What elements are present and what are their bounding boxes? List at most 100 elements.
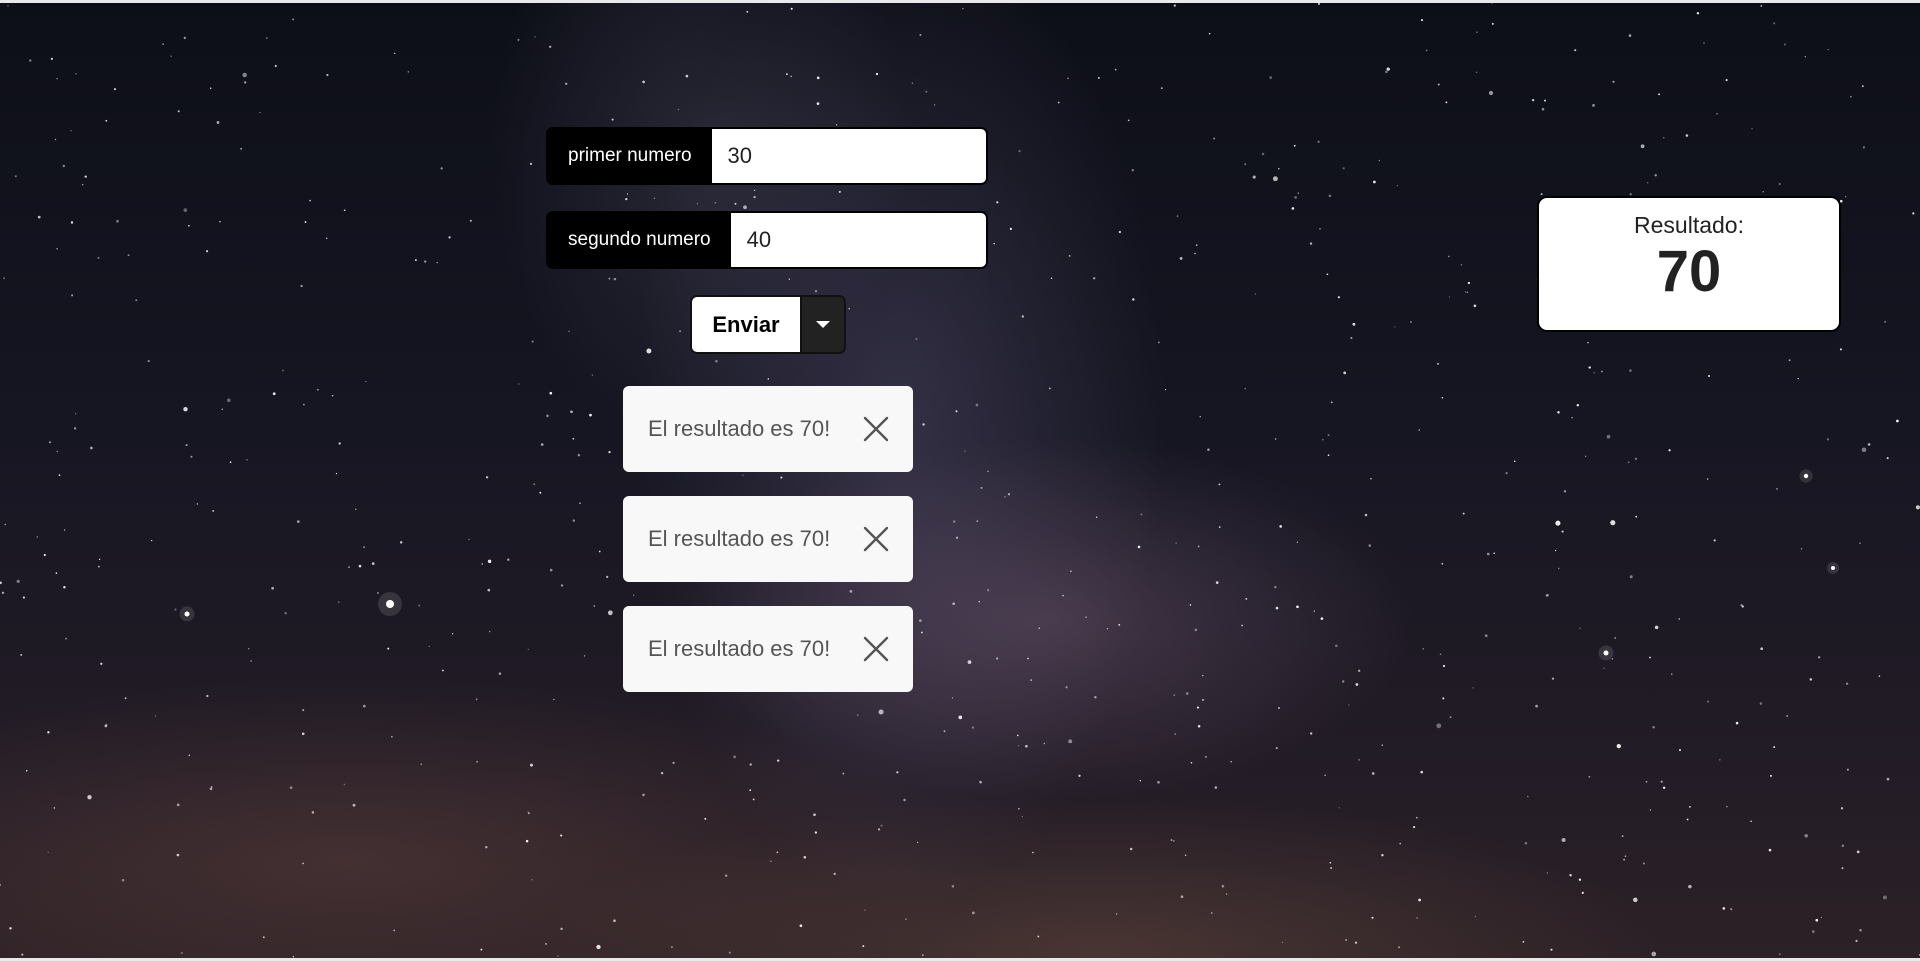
star [553,698,555,701]
star [1442,664,1446,668]
star [1886,777,1890,781]
star [1856,850,1860,854]
second-number-input[interactable] [730,213,986,267]
star [420,763,423,766]
star [1776,488,1778,490]
star [1062,594,1064,597]
star [672,761,675,765]
star [190,455,193,458]
star [363,546,365,548]
close-icon[interactable] [861,634,891,664]
star [1422,648,1424,650]
star [1337,296,1340,299]
star [1544,99,1546,102]
star [780,476,783,479]
star [391,736,393,738]
star [545,943,547,945]
star [1841,867,1844,870]
star [728,951,731,954]
star [301,732,305,736]
star [776,851,779,854]
star [1629,575,1633,579]
star [1855,939,1858,942]
star [1296,605,1299,609]
star [174,608,177,611]
star [1486,552,1490,556]
star [1878,675,1881,677]
toast-message: El resultado es 70! [648,526,831,551]
star [1018,149,1021,153]
star [753,195,756,199]
star [951,885,955,888]
star [1612,80,1615,83]
star [1719,759,1721,761]
star [1318,2,1320,5]
star [1204,755,1207,758]
star [442,669,444,672]
star [1201,698,1205,701]
star [55,572,58,574]
star [955,536,959,539]
star [303,403,305,406]
star [1160,87,1163,89]
star [1846,768,1849,771]
star [607,610,613,616]
star [75,413,77,415]
star [1778,182,1781,186]
star [803,856,807,859]
star [1442,697,1445,700]
star [1319,228,1321,230]
star [862,945,865,948]
star [1545,594,1548,597]
star [1309,242,1313,245]
star [905,918,907,921]
star [749,789,752,792]
star [1179,256,1183,260]
submit-dropdown-toggle[interactable] [800,297,844,352]
star [9,927,12,930]
star [880,824,883,827]
submit-button[interactable]: Enviar [692,297,800,352]
star [1173,840,1175,842]
star [1660,780,1663,783]
star [1783,43,1786,46]
star [185,444,188,447]
first-number-input[interactable] [711,129,986,183]
star [972,911,975,915]
star [1173,4,1177,7]
star [0,581,2,585]
star [1371,772,1375,775]
star [1722,907,1726,910]
star [418,604,421,607]
star [1398,946,1401,949]
star [121,878,125,882]
star [1513,460,1516,462]
star [151,540,153,542]
star [777,759,780,762]
star [1225,893,1228,895]
star [799,924,803,928]
star [1210,912,1213,914]
star [919,619,922,622]
star [1593,371,1595,374]
star [1896,419,1899,423]
star [1524,842,1528,845]
submit-split-button: Enviar [690,295,846,354]
star [1094,696,1097,699]
star [1371,916,1374,919]
star [1297,192,1299,194]
star [1817,656,1821,659]
star [1269,76,1273,79]
star [1558,567,1560,570]
star [1065,686,1068,689]
star [1912,212,1915,215]
close-icon[interactable] [861,414,891,444]
star [1261,152,1265,156]
star [1018,807,1020,810]
star [1352,322,1356,326]
star [1827,48,1829,51]
close-icon[interactable] [861,524,891,554]
star [875,72,879,76]
star [1760,647,1764,651]
star [1555,520,1561,526]
